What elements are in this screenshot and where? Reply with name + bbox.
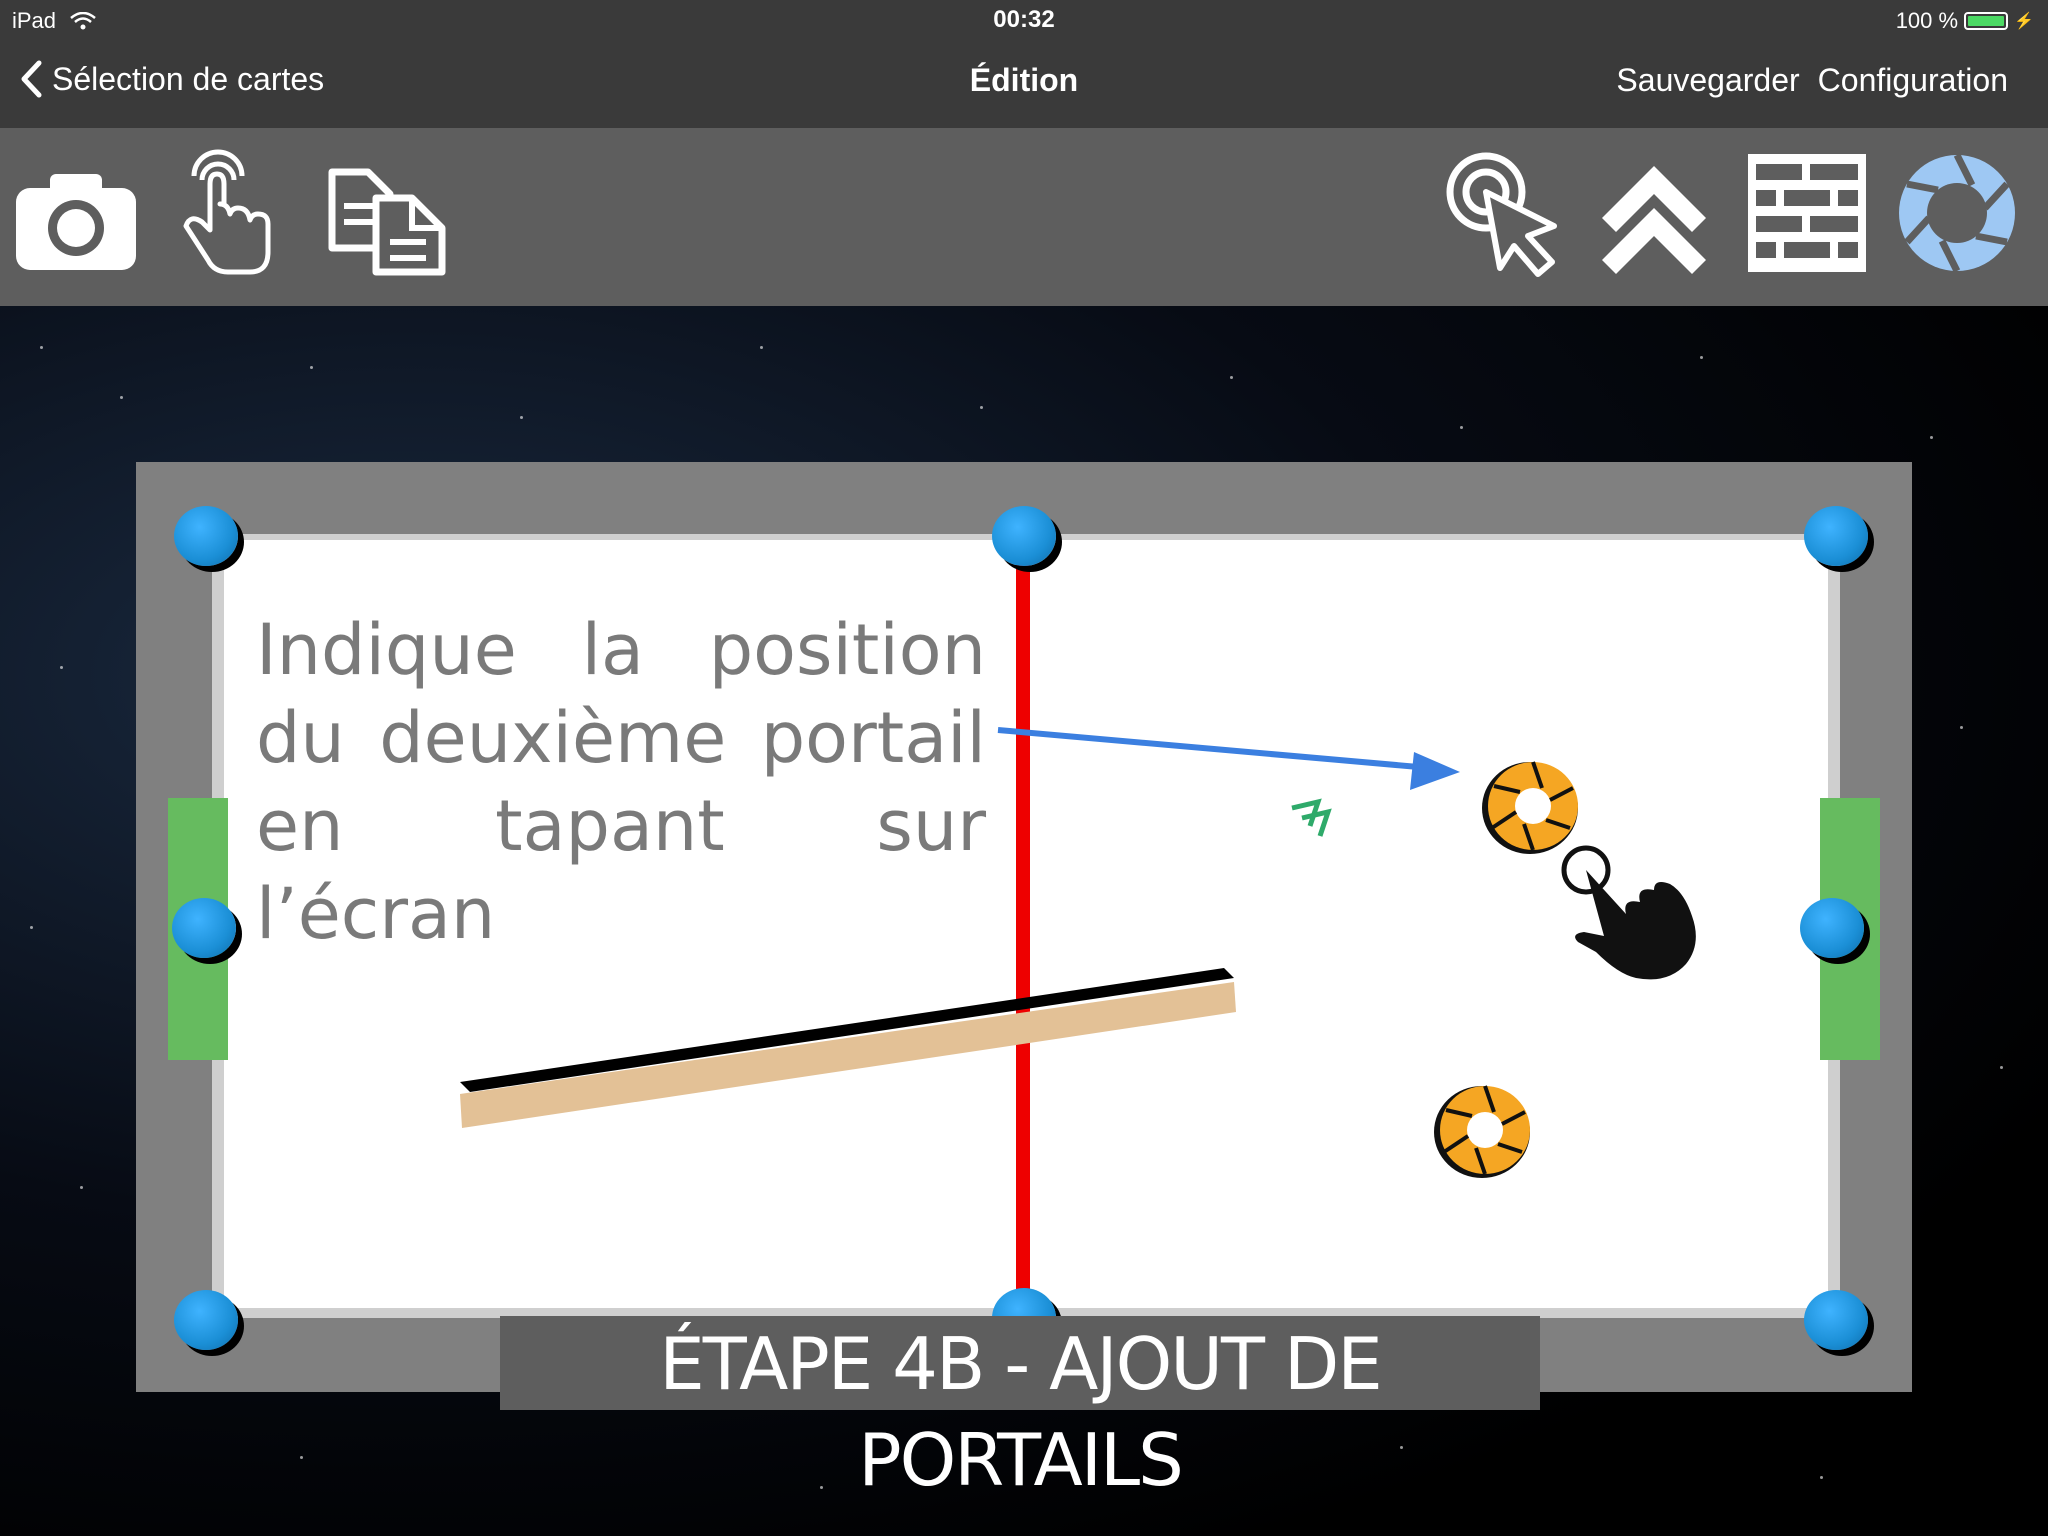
star [820, 1486, 823, 1489]
double-chevron-up-icon [1602, 166, 1706, 274]
portal-tool-button[interactable] [1892, 148, 2022, 278]
star [2000, 1066, 2003, 1069]
corner-post-top-center [992, 506, 1056, 566]
corner-post-mid-left [172, 898, 236, 958]
camera-icon [16, 174, 136, 270]
instruction-text: Indique la position du deuxième portail … [256, 606, 986, 958]
corner-post-top-left [174, 506, 238, 566]
portal-aperture-icon [1899, 153, 2015, 273]
tap-hand-icon [183, 149, 271, 275]
boost-tool-button[interactable] [1594, 148, 1724, 278]
star [310, 366, 313, 369]
star [1930, 436, 1933, 439]
select-tool-button[interactable] [1440, 148, 1570, 278]
camera-button[interactable] [14, 148, 144, 278]
corner-post-top-right [1804, 506, 1868, 566]
star [1960, 726, 1963, 729]
status-time: 00:32 [993, 6, 1055, 33]
battery-percent: 100 % [1895, 8, 1959, 33]
star [520, 416, 523, 419]
save-button[interactable]: Sauvegarder [1616, 62, 1799, 99]
navigation-bar: Sélection de cartes Édition Sauvegarder … [0, 40, 2048, 128]
charging-icon: ⚡ [2014, 13, 2034, 30]
instruction-line-2: du deuxième portail [256, 697, 986, 779]
corner-post-bottom-left [174, 1290, 238, 1350]
star [300, 1456, 303, 1459]
configuration-button[interactable]: Configuration [1818, 62, 2008, 99]
corner-post-bottom-right [1804, 1290, 1868, 1350]
portal-icon[interactable] [1430, 1082, 1534, 1182]
corner-post-mid-right [1800, 898, 1864, 958]
star [30, 926, 33, 929]
star [1400, 1446, 1403, 1449]
step-label: ÉTAPE 4B - AJOUT DE PORTAILS [500, 1316, 1540, 1502]
instruction-line-1: Indique la position [256, 609, 986, 691]
editor-toolbar [0, 128, 2048, 306]
battery-icon [1964, 12, 2009, 30]
star [40, 346, 43, 349]
star [760, 346, 763, 349]
star [60, 666, 63, 669]
star [980, 406, 983, 409]
wall-tool-button[interactable] [1742, 148, 1872, 278]
star [1460, 426, 1463, 429]
copy-button[interactable] [320, 148, 450, 278]
star [80, 1186, 83, 1189]
tap-tool-button[interactable] [168, 148, 298, 278]
chevron-left-icon [21, 60, 42, 98]
star [1700, 356, 1703, 359]
target-cursor-icon [1446, 152, 1557, 277]
star [1230, 376, 1233, 379]
brick-wall-icon [1748, 154, 1866, 272]
star [120, 396, 123, 399]
back-button[interactable]: Sélection de cartes [20, 60, 324, 98]
instruction-line-3: en tapant sur l’écran [256, 785, 986, 955]
star [1820, 1476, 1823, 1479]
copy-documents-icon [328, 168, 446, 276]
status-bar: iPad 00:32 100 % ⚡ [0, 0, 2048, 40]
tap-hint-hand-icon [1561, 845, 1696, 980]
back-button-label: Sélection de cartes [52, 60, 325, 97]
